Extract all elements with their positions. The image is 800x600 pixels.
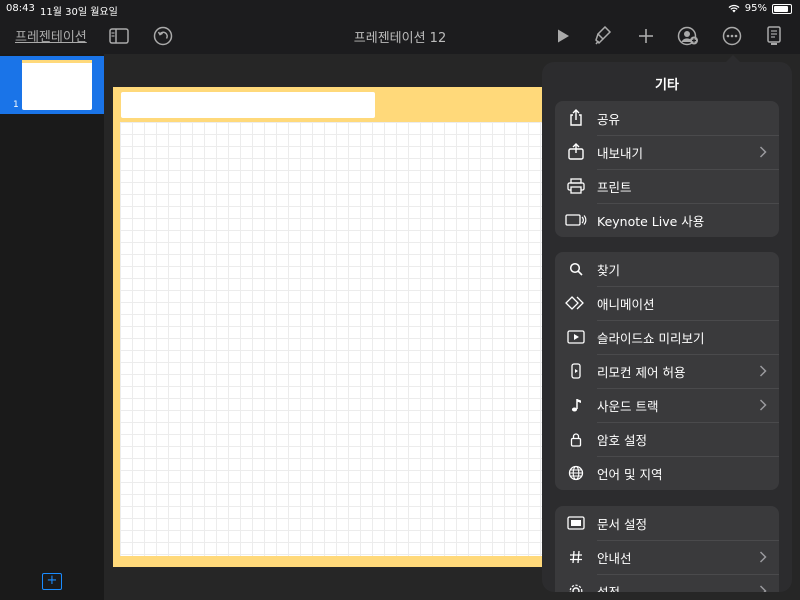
menu-item-label: 안내선 <box>597 550 632 566</box>
menu-item-label: 설정 <box>597 584 621 593</box>
slide-thumbnail-selected[interactable]: 1 <box>0 56 104 114</box>
chevron-right-icon <box>759 585 767 592</box>
menu-item-remote[interactable]: 리모컨 제어 허용 <box>555 354 779 388</box>
menu-item-label: 프린트 <box>597 179 632 195</box>
menu-item-globe[interactable]: 언어 및 지역 <box>555 456 779 490</box>
chevron-right-icon <box>759 365 767 377</box>
format-brush-icon[interactable] <box>590 24 616 48</box>
guides-icon <box>565 550 587 564</box>
export-icon <box>565 143 587 161</box>
chevron-right-icon <box>759 399 767 411</box>
menu-item-share[interactable]: 공유 <box>555 101 779 135</box>
menu-item-label: 슬라이드쇼 미리보기 <box>597 330 705 346</box>
menu-item-label: 암호 설정 <box>597 432 647 448</box>
menu-item-label: 내보내기 <box>597 145 644 161</box>
battery-percent: 95% <box>744 3 767 14</box>
wifi-icon <box>728 4 740 13</box>
collaborate-icon[interactable] <box>675 24 701 48</box>
add-slide-button[interactable]: + <box>42 573 62 590</box>
lock-icon <box>565 432 587 447</box>
music-note-icon <box>565 397 587 413</box>
popover-title: 기타 <box>655 78 679 93</box>
menu-item-label: 언어 및 지역 <box>597 466 663 482</box>
status-date: 11월 30일 월요일 <box>40 7 118 18</box>
menu-item-document-setup[interactable]: 문서 설정 <box>555 506 779 540</box>
remote-icon <box>565 363 587 379</box>
printer-icon <box>565 178 587 194</box>
menu-item-export[interactable]: 내보내기 <box>555 135 779 169</box>
chevron-right-icon <box>759 146 767 158</box>
menu-item-keynote-live[interactable]: Keynote Live 사용 <box>555 203 779 237</box>
more-popover: 기타 공유내보내기프린트 Keynote Live 사용찾기애니메이션슬라이드쇼 … <box>542 62 792 592</box>
menu-group-1: 공유내보내기프린트 Keynote Live 사용 <box>555 101 779 237</box>
menu-item-music-note[interactable]: 사운드 트랙 <box>555 388 779 422</box>
menu-item-label: 애니메이션 <box>597 296 655 312</box>
menu-item-search[interactable]: 찾기 <box>555 252 779 286</box>
document-setup-icon <box>565 516 587 530</box>
status-bar: 08:43 11월 30일 월요일 95% <box>0 0 800 18</box>
status-right: 95% <box>728 3 792 14</box>
play-icon[interactable] <box>550 24 576 48</box>
battery-icon <box>772 3 792 14</box>
slide-navigator: 1 + <box>0 54 104 600</box>
menu-item-label: 문서 설정 <box>597 516 647 532</box>
status-time: 08:43 <box>6 3 35 14</box>
search-icon <box>565 262 587 276</box>
menu-item-guides[interactable]: 안내선 <box>555 540 779 574</box>
animation-icon <box>565 296 587 310</box>
menu-item-lock[interactable]: 암호 설정 <box>555 422 779 456</box>
menu-group-2: 찾기애니메이션슬라이드쇼 미리보기리모컨 제어 허용사운드 트랙암호 설정언어 … <box>555 252 779 490</box>
menu-item-label: Keynote Live 사용 <box>597 213 705 229</box>
share-icon <box>565 109 587 127</box>
menu-item-animation[interactable]: 애니메이션 <box>555 286 779 320</box>
sidebar-toggle-icon[interactable] <box>106 24 132 48</box>
plus-icon: + <box>46 573 58 588</box>
chevron-right-icon <box>759 551 767 563</box>
slide-thumbnail-1[interactable] <box>22 60 92 110</box>
presenter-notes-icon[interactable] <box>761 24 787 48</box>
menu-item-slideshow-preview[interactable]: 슬라이드쇼 미리보기 <box>555 320 779 354</box>
menu-item-label: 찾기 <box>597 262 621 278</box>
menu-item-printer[interactable]: 프린트 <box>555 169 779 203</box>
more-icon[interactable] <box>719 24 745 48</box>
globe-icon <box>565 465 587 481</box>
presentations-back-link[interactable]: 프레젠테이션 <box>15 26 87 45</box>
menu-item-label: 사운드 트랙 <box>597 398 659 414</box>
slide-number: 1 <box>13 100 19 110</box>
menu-group-3: 문서 설정안내선설정 <box>555 506 779 592</box>
undo-icon[interactable] <box>150 24 176 48</box>
menu-item-settings[interactable]: 설정 <box>555 574 779 592</box>
toolbar: 프레젠테이션 프레젠테이션 12 <box>0 18 800 54</box>
keynote-live-icon <box>565 213 587 227</box>
slide-title-placeholder[interactable] <box>121 92 375 118</box>
add-icon[interactable] <box>633 24 659 48</box>
slideshow-preview-icon <box>565 330 587 344</box>
menu-item-label: 리모컨 제어 허용 <box>597 364 686 380</box>
settings-icon <box>565 584 587 592</box>
menu-item-label: 공유 <box>597 111 621 127</box>
